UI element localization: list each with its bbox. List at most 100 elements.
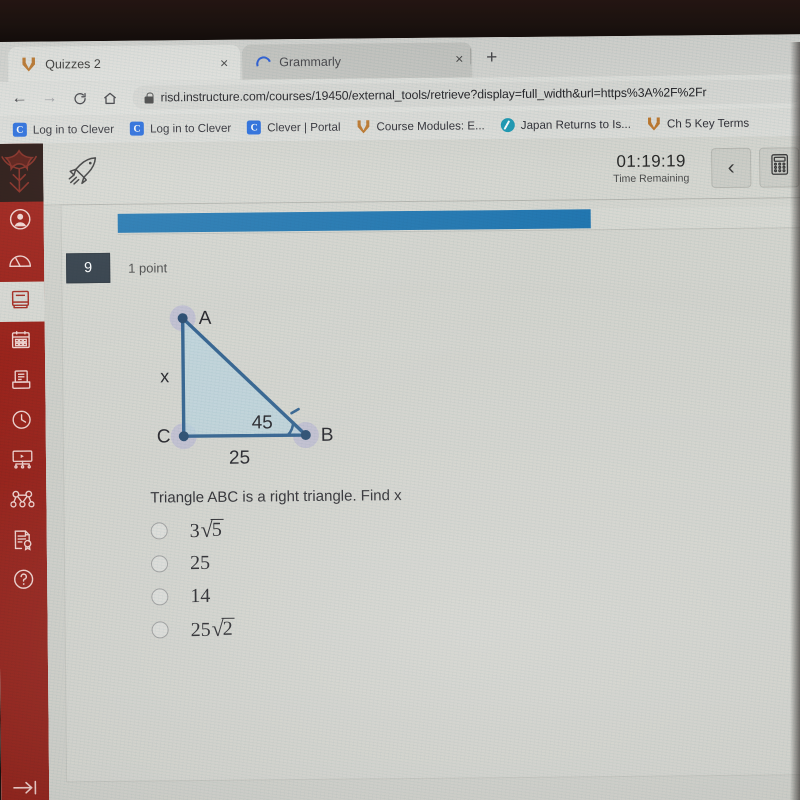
network-icon	[10, 490, 35, 514]
institution-logo[interactable]	[0, 143, 44, 202]
header-spacer	[101, 169, 613, 174]
certificate-icon	[12, 528, 34, 555]
square-root-icon: √ 2	[212, 615, 235, 640]
canvas-global-nav	[0, 143, 50, 800]
timer-label: Time Remaining	[613, 172, 690, 186]
question-points: 1 point	[128, 259, 168, 276]
bookmark-item[interactable]: Ch 5 Key Terms	[639, 116, 757, 131]
studio-screen-icon	[10, 449, 33, 475]
tab-divider	[470, 48, 472, 65]
answer-option-b[interactable]: 25	[150, 544, 491, 580]
browser-tab-grammarly[interactable]: Grammarly	[242, 42, 473, 80]
bookmark-label: Log in to Clever	[32, 122, 115, 137]
previous-question-button[interactable]: ‹	[711, 147, 752, 188]
canvas-icon	[647, 117, 661, 131]
quiz-progress-fill	[117, 209, 591, 233]
address-bar[interactable]: risd.instructure.com/courses/19450/exter…	[132, 79, 800, 110]
sidebar-item-inbox[interactable]	[0, 362, 45, 402]
radio-button[interactable]	[150, 555, 169, 573]
bookmark-label: Course Modules: E...	[376, 118, 485, 133]
page-body: 01:19:19 Time Remaining ‹ 9 1 point A C …	[0, 136, 800, 800]
canvas-favicon-icon	[21, 57, 36, 72]
bookmark-label: Log in to Clever	[149, 121, 232, 136]
bookmark-item[interactable]: C Log in to Clever	[122, 121, 239, 136]
sidebar-item-credentials[interactable]	[0, 522, 47, 562]
bookmark-label: Japan Returns to Is...	[520, 117, 632, 132]
quiz-body: 9 1 point A C B x 25 45 Triangle ABC is …	[43, 197, 800, 800]
calculator-icon	[770, 153, 789, 180]
teal-circle-icon	[500, 118, 515, 133]
new-tab-button[interactable]: +	[486, 47, 497, 68]
bookmark-item[interactable]: Japan Returns to Is...	[493, 117, 639, 133]
question-number-badge: 9	[66, 252, 111, 284]
answer-option-label: 25 √ 2	[191, 615, 235, 641]
book-icon	[9, 288, 31, 315]
bookmark-item[interactable]: C Clever | Portal	[239, 120, 348, 135]
sidebar-item-commons[interactable]	[0, 482, 47, 522]
browser-tab-quizzes[interactable]: Quizzes 2 ×	[8, 44, 241, 82]
close-icon[interactable]: ×	[218, 54, 230, 70]
rocket-icon[interactable]	[67, 156, 101, 191]
reload-icon[interactable]	[64, 83, 94, 113]
browser-tab-strip: Quizzes 2 × Grammarly × +	[0, 34, 800, 82]
angle-label-45: 45	[252, 412, 273, 433]
sidebar-item-account[interactable]	[0, 202, 44, 242]
timer-value: 01:19:19	[616, 151, 686, 172]
home-icon[interactable]	[94, 83, 124, 113]
answer-option-label: 3 √ 5	[189, 516, 224, 542]
coefficient: 3	[189, 519, 200, 542]
tab-title: Quizzes 2	[45, 56, 101, 72]
arrow-to-line-icon	[12, 777, 38, 800]
clever-icon: C	[12, 122, 27, 137]
radio-button[interactable]	[151, 588, 169, 606]
back-icon[interactable]: ←	[4, 84, 34, 114]
clever-icon: C	[129, 121, 145, 136]
answer-option-c[interactable]: 14	[151, 577, 491, 613]
clock-icon	[11, 408, 33, 435]
calculator-button[interactable]	[759, 146, 800, 188]
radio-button[interactable]	[151, 621, 169, 639]
quiz-timer: 01:19:19 Time Remaining	[613, 151, 689, 185]
quiz-progress-bar	[117, 205, 800, 235]
radicand: 2	[221, 617, 235, 640]
side-label-x: x	[160, 366, 169, 386]
close-icon[interactable]: ×	[453, 50, 465, 66]
sidebar-item-courses[interactable]	[0, 281, 45, 322]
question-card: 9 1 point A C B x 25 45 Triangle ABC is …	[61, 197, 800, 782]
canvas-icon	[356, 119, 370, 133]
sidebar-item-calendar[interactable]	[0, 322, 45, 362]
forward-icon[interactable]: →	[34, 83, 64, 113]
bookmark-label: Clever | Portal	[267, 120, 341, 134]
square-root-icon: √ 5	[201, 516, 224, 542]
question-meta: 9 1 point	[66, 252, 168, 284]
radicand: 5	[210, 518, 224, 541]
answer-options: 3 √ 5 25 14 25 √ 2	[150, 511, 492, 646]
question-text: Triangle ABC is a right triangle. Find x	[150, 487, 402, 507]
sidebar-item-studio[interactable]	[0, 442, 46, 482]
calendar-icon	[10, 328, 32, 355]
screen-content: Quizzes 2 × Grammarly × + ← → risd.instr…	[0, 34, 800, 800]
collapse-nav-button[interactable]	[1, 768, 49, 800]
answer-option-a[interactable]: 3 √ 5	[150, 511, 491, 547]
vertex-label-c: C	[157, 426, 171, 447]
grammarly-favicon-icon	[255, 54, 270, 69]
photographed-screen: Quizzes 2 × Grammarly × + ← → risd.instr…	[0, 0, 800, 800]
sidebar-item-dashboard[interactable]	[0, 242, 44, 282]
answer-option-d[interactable]: 25 √ 2	[151, 610, 491, 646]
inbox-icon	[10, 368, 32, 395]
sidebar-item-help[interactable]	[0, 562, 47, 602]
quiz-header: 01:19:19 Time Remaining ‹	[42, 136, 800, 206]
person-icon	[8, 208, 31, 236]
gauge-icon	[8, 249, 32, 274]
sidebar-item-history[interactable]	[0, 402, 46, 442]
tab-title: Grammarly	[279, 54, 342, 69]
side-label-25: 25	[229, 448, 250, 467]
bookmark-label: Ch 5 Key Terms	[666, 116, 750, 131]
vertex-label-b: B	[321, 425, 334, 446]
radio-button[interactable]	[150, 522, 168, 540]
answer-option-label: 25	[189, 551, 211, 575]
answer-option-label: 14	[190, 584, 211, 608]
bookmark-item[interactable]: C Log in to Clever	[5, 122, 122, 137]
bookmark-item[interactable]: Course Modules: E...	[348, 118, 492, 133]
